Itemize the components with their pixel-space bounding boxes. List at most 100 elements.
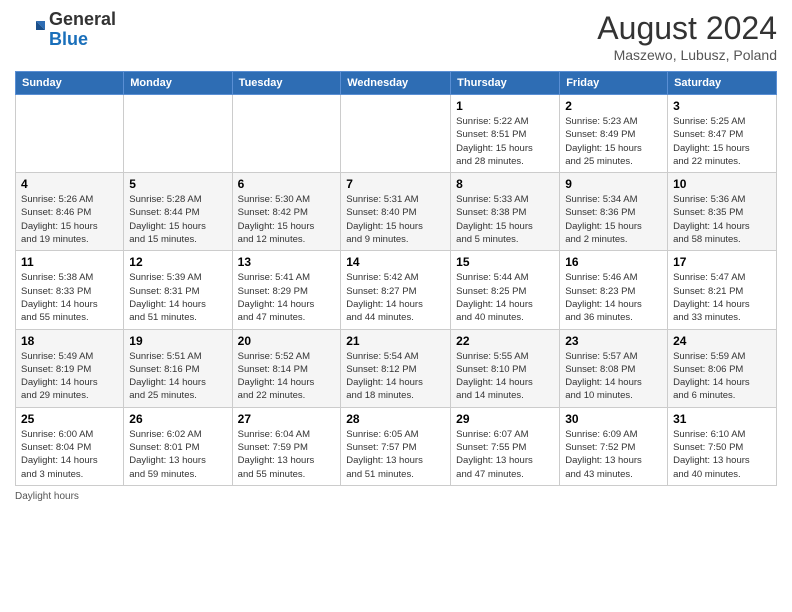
logo-text: General Blue: [49, 10, 116, 50]
day-info: Sunrise: 5:41 AM Sunset: 8:29 PM Dayligh…: [238, 271, 336, 324]
header-row: SundayMondayTuesdayWednesdayThursdayFrid…: [16, 72, 777, 95]
logo-general: General: [49, 9, 116, 29]
day-number: 23: [565, 334, 662, 348]
day-number: 12: [129, 255, 226, 269]
table-row: 20Sunrise: 5:52 AM Sunset: 8:14 PM Dayli…: [232, 329, 341, 407]
day-info: Sunrise: 5:22 AM Sunset: 8:51 PM Dayligh…: [456, 115, 554, 168]
day-info: Sunrise: 6:05 AM Sunset: 7:57 PM Dayligh…: [346, 428, 445, 481]
table-row: 11 Sunrise: 5:38 AM Sunset: 8:33 PM Dayli…: [16, 251, 124, 329]
day-number: 18: [21, 334, 118, 348]
day-number: 1: [456, 99, 554, 113]
day-number: 22: [456, 334, 554, 348]
day-info: Sunrise: 5:55 AM Sunset: 8:10 PM Dayligh…: [456, 350, 554, 403]
day-number: 26: [129, 412, 226, 426]
day-number: 14: [346, 255, 445, 269]
day-number: 24: [673, 334, 771, 348]
day-number: 29: [456, 412, 554, 426]
day-info: Sunrise: 5:23 AM Sunset: 8:49 PM Dayligh…: [565, 115, 662, 168]
day-info: Sunrise: 5:31 AM Sunset: 8:40 PM Dayligh…: [346, 193, 445, 246]
table-row: 19 Sunrise: 5:51 AM Sunset: 8:16 PM Dayli…: [124, 329, 232, 407]
day-info: Sunrise: 5:44 AM Sunset: 8:25 PM Dayligh…: [456, 271, 554, 324]
table-row: 15Sunrise: 5:44 AM Sunset: 8:25 PM Dayli…: [451, 251, 560, 329]
table-row: 23 Sunrise: 5:57 AM Sunset: 8:08 PM Dayli…: [560, 329, 668, 407]
table-row: 4Sunrise: 5:26 AM Sunset: 8:46 PM Daylig…: [16, 173, 124, 251]
day-number: 28: [346, 412, 445, 426]
day-info: Sunrise: 6:00 AM Sunset: 8:04 PM Dayligh…: [21, 428, 118, 481]
table-row: 24 Sunrise: 5:59 AM Sunset: 8:06 PM Dayli…: [668, 329, 777, 407]
day-number: 7: [346, 177, 445, 191]
day-info: Sunrise: 5:59 AM Sunset: 8:06 PM Dayligh…: [673, 350, 771, 403]
day-info: Sunrise: 5:54 AM Sunset: 8:12 PM Dayligh…: [346, 350, 445, 403]
day-info: Sunrise: 5:46 AM Sunset: 8:23 PM Dayligh…: [565, 271, 662, 324]
day-number: 13: [238, 255, 336, 269]
table-row: [341, 95, 451, 173]
day-info: Sunrise: 5:36 AM Sunset: 8:35 PM Dayligh…: [673, 193, 771, 246]
day-info: Sunrise: 5:30 AM Sunset: 8:42 PM Dayligh…: [238, 193, 336, 246]
table-row: 10Sunrise: 5:36 AM Sunset: 8:35 PM Dayli…: [668, 173, 777, 251]
day-number: 16: [565, 255, 662, 269]
day-info: Sunrise: 5:28 AM Sunset: 8:44 PM Dayligh…: [129, 193, 226, 246]
day-info: Sunrise: 5:38 AM Sunset: 8:33 PM Dayligh…: [21, 271, 118, 324]
logo-blue: Blue: [49, 29, 88, 49]
day-info: Sunrise: 5:42 AM Sunset: 8:27 PM Dayligh…: [346, 271, 445, 324]
day-info: Sunrise: 5:47 AM Sunset: 8:21 PM Dayligh…: [673, 271, 771, 324]
day-header: Sunday: [16, 72, 124, 95]
day-header: Thursday: [451, 72, 560, 95]
day-info: Sunrise: 5:57 AM Sunset: 8:08 PM Dayligh…: [565, 350, 662, 403]
table-row: 16 Sunrise: 5:46 AM Sunset: 8:23 PM Dayli…: [560, 251, 668, 329]
logo: General Blue: [15, 10, 116, 50]
day-info: Sunrise: 5:51 AM Sunset: 8:16 PM Dayligh…: [129, 350, 226, 403]
page: General Blue August 2024 Maszewo, Lubusz…: [0, 0, 792, 612]
day-number: 30: [565, 412, 662, 426]
day-info: Sunrise: 5:39 AM Sunset: 8:31 PM Dayligh…: [129, 271, 226, 324]
day-number: 8: [456, 177, 554, 191]
location: Maszewo, Lubusz, Poland: [597, 47, 777, 63]
table-row: [124, 95, 232, 173]
table-row: 28 Sunrise: 6:05 AM Sunset: 7:57 PM Dayli…: [341, 407, 451, 485]
table-row: 12 Sunrise: 5:39 AM Sunset: 8:31 PM Dayli…: [124, 251, 232, 329]
table-row: 9Sunrise: 5:34 AM Sunset: 8:36 PM Daylig…: [560, 173, 668, 251]
table-row: 29 Sunrise: 6:07 AM Sunset: 7:55 PM Dayli…: [451, 407, 560, 485]
table-row: 30Sunrise: 6:09 AM Sunset: 7:52 PM Dayli…: [560, 407, 668, 485]
daylight-hours-label: Daylight hours: [15, 491, 79, 502]
day-number: 25: [21, 412, 118, 426]
table-row: 1 Sunrise: 5:22 AM Sunset: 8:51 PM Daylig…: [451, 95, 560, 173]
day-number: 9: [565, 177, 662, 191]
table-row: 6Sunrise: 5:30 AM Sunset: 8:42 PM Daylig…: [232, 173, 341, 251]
day-number: 17: [673, 255, 771, 269]
table-row: 21Sunrise: 5:54 AM Sunset: 8:12 PM Dayli…: [341, 329, 451, 407]
day-header: Wednesday: [341, 72, 451, 95]
week-row: 25 Sunrise: 6:00 AM Sunset: 8:04 PM Dayli…: [16, 407, 777, 485]
table-row: 14 Sunrise: 5:42 AM Sunset: 8:27 PM Dayli…: [341, 251, 451, 329]
day-header: Saturday: [668, 72, 777, 95]
day-info: Sunrise: 6:07 AM Sunset: 7:55 PM Dayligh…: [456, 428, 554, 481]
table-row: 26 Sunrise: 6:02 AM Sunset: 8:01 PM Dayli…: [124, 407, 232, 485]
day-number: 11: [21, 255, 118, 269]
table-row: 18 Sunrise: 5:49 AM Sunset: 8:19 PM Dayli…: [16, 329, 124, 407]
table-row: 31 Sunrise: 6:10 AM Sunset: 7:50 PM Dayli…: [668, 407, 777, 485]
table-row: 7 Sunrise: 5:31 AM Sunset: 8:40 PM Daylig…: [341, 173, 451, 251]
table-row: 3Sunrise: 5:25 AM Sunset: 8:47 PM Daylig…: [668, 95, 777, 173]
day-number: 5: [129, 177, 226, 191]
table-row: 25 Sunrise: 6:00 AM Sunset: 8:04 PM Dayli…: [16, 407, 124, 485]
day-info: Sunrise: 5:25 AM Sunset: 8:47 PM Dayligh…: [673, 115, 771, 168]
week-row: 18 Sunrise: 5:49 AM Sunset: 8:19 PM Dayli…: [16, 329, 777, 407]
header: General Blue August 2024 Maszewo, Lubusz…: [15, 10, 777, 63]
table-row: 5 Sunrise: 5:28 AM Sunset: 8:44 PM Daylig…: [124, 173, 232, 251]
title-block: August 2024 Maszewo, Lubusz, Poland: [597, 10, 777, 63]
day-info: Sunrise: 5:49 AM Sunset: 8:19 PM Dayligh…: [21, 350, 118, 403]
day-number: 20: [238, 334, 336, 348]
footer: Daylight hours: [15, 491, 777, 502]
day-info: Sunrise: 5:33 AM Sunset: 8:38 PM Dayligh…: [456, 193, 554, 246]
day-info: Sunrise: 5:26 AM Sunset: 8:46 PM Dayligh…: [21, 193, 118, 246]
logo-icon: [15, 15, 45, 45]
day-number: 19: [129, 334, 226, 348]
table-row: [16, 95, 124, 173]
day-info: Sunrise: 6:02 AM Sunset: 8:01 PM Dayligh…: [129, 428, 226, 481]
table-row: 8 Sunrise: 5:33 AM Sunset: 8:38 PM Daylig…: [451, 173, 560, 251]
day-number: 31: [673, 412, 771, 426]
day-info: Sunrise: 6:10 AM Sunset: 7:50 PM Dayligh…: [673, 428, 771, 481]
day-header: Friday: [560, 72, 668, 95]
day-info: Sunrise: 6:04 AM Sunset: 7:59 PM Dayligh…: [238, 428, 336, 481]
day-header: Tuesday: [232, 72, 341, 95]
